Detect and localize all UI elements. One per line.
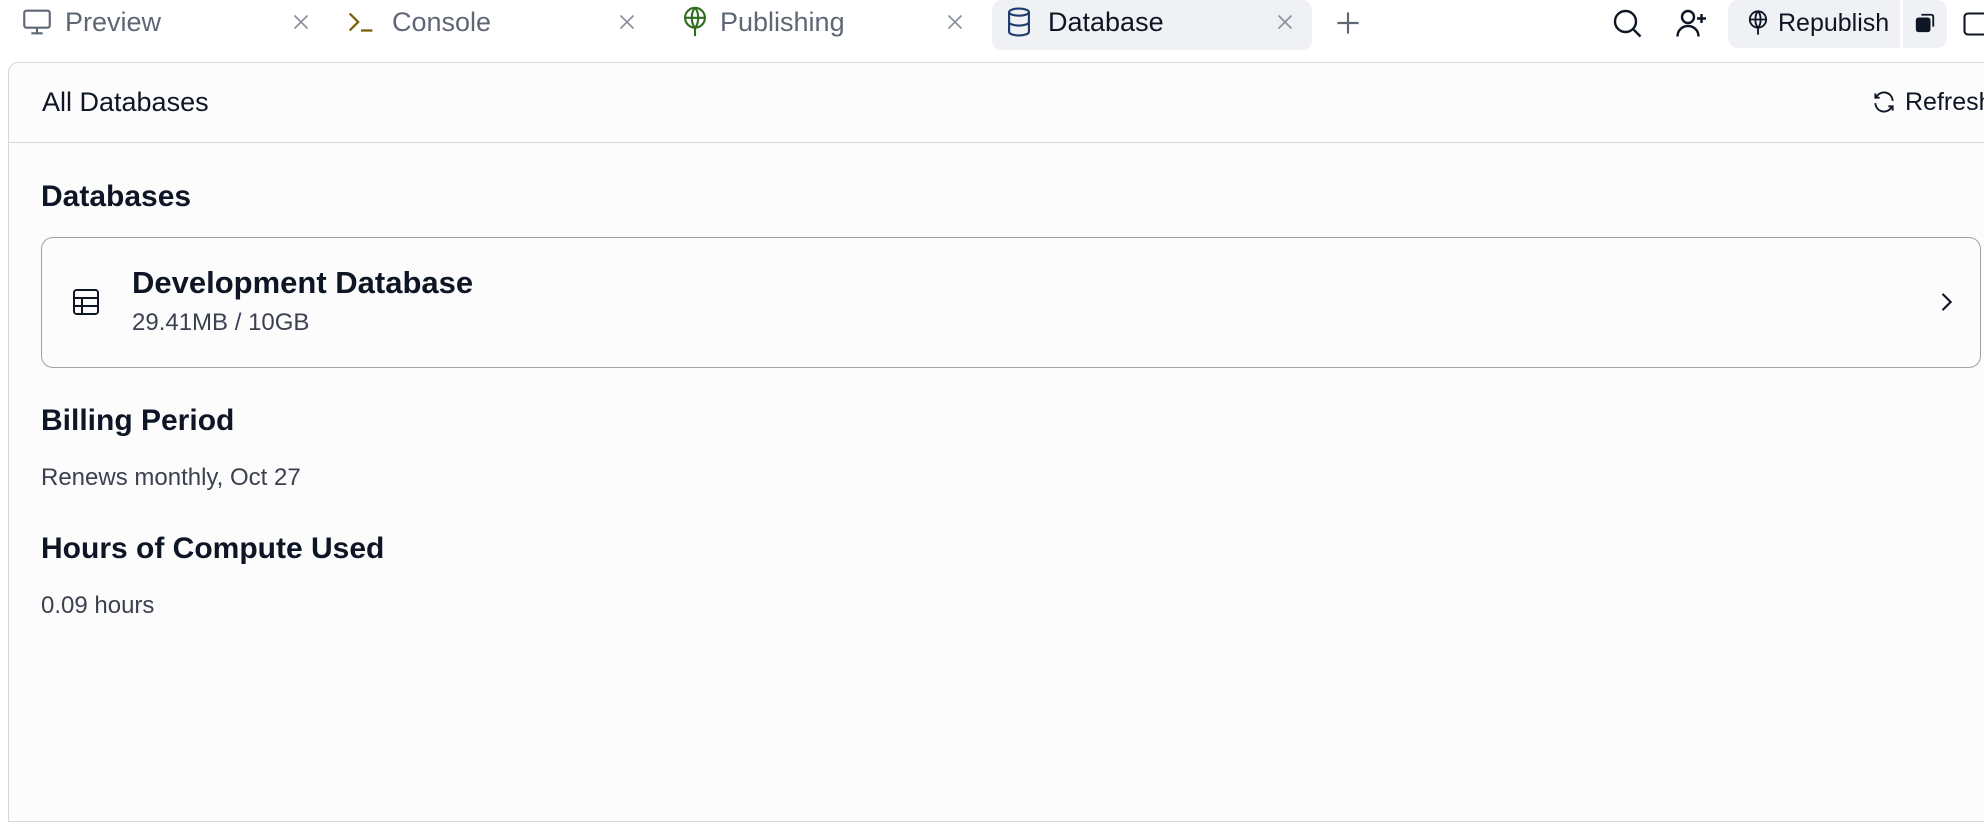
layers-button[interactable] xyxy=(1903,0,1947,48)
billing-text: Renews monthly, Oct 27 xyxy=(41,463,301,493)
tab-publishing[interactable]: Publishing xyxy=(666,0,982,50)
compute-text: 0.09 hours xyxy=(41,591,154,621)
refresh-button[interactable]: Refresh xyxy=(1861,83,1984,121)
panel-header: All Databases Refresh xyxy=(9,63,1984,143)
databases-heading: Databases xyxy=(41,179,191,215)
monitor-icon xyxy=(20,5,54,39)
terminal-icon xyxy=(344,5,378,39)
tab-database-label: Database xyxy=(1048,5,1164,39)
table-icon xyxy=(70,286,102,318)
database-panel: All Databases Refresh Databases Developm… xyxy=(8,62,1984,822)
close-icon[interactable] xyxy=(1272,9,1298,35)
close-icon[interactable] xyxy=(614,9,640,35)
panel-toggle-icon[interactable] xyxy=(1960,10,1984,38)
chevron-right-icon xyxy=(1932,288,1960,316)
tab-preview[interactable]: Preview xyxy=(10,0,326,50)
database-usage: 29.41MB / 10GB xyxy=(132,308,309,338)
page-title: All Databases xyxy=(42,85,209,119)
search-icon[interactable] xyxy=(1609,5,1645,41)
plus-icon[interactable] xyxy=(1332,7,1364,39)
publishing-icon xyxy=(678,5,712,39)
tab-database[interactable]: Database xyxy=(992,0,1312,50)
refresh-label: Refresh xyxy=(1905,85,1984,119)
compute-heading: Hours of Compute Used xyxy=(41,531,384,567)
billing-heading: Billing Period xyxy=(41,403,234,439)
close-icon[interactable] xyxy=(288,9,314,35)
refresh-icon xyxy=(1871,89,1897,115)
layers-icon xyxy=(1914,12,1936,34)
close-icon[interactable] xyxy=(942,9,968,35)
user-plus-icon[interactable] xyxy=(1673,5,1709,41)
database-card[interactable]: Development Database 29.41MB / 10GB xyxy=(41,237,1981,368)
republish-button[interactable]: Republish xyxy=(1728,0,1900,48)
database-icon xyxy=(1002,5,1036,39)
tab-publishing-label: Publishing xyxy=(720,5,845,39)
tab-bar: Preview Console Publishing Database xyxy=(0,0,1984,50)
publishing-icon xyxy=(1744,9,1772,37)
tab-console-label: Console xyxy=(392,5,491,39)
tab-preview-label: Preview xyxy=(65,5,161,39)
tab-console[interactable]: Console xyxy=(338,0,654,50)
database-name: Development Database xyxy=(132,264,473,302)
republish-label: Republish xyxy=(1778,6,1889,40)
